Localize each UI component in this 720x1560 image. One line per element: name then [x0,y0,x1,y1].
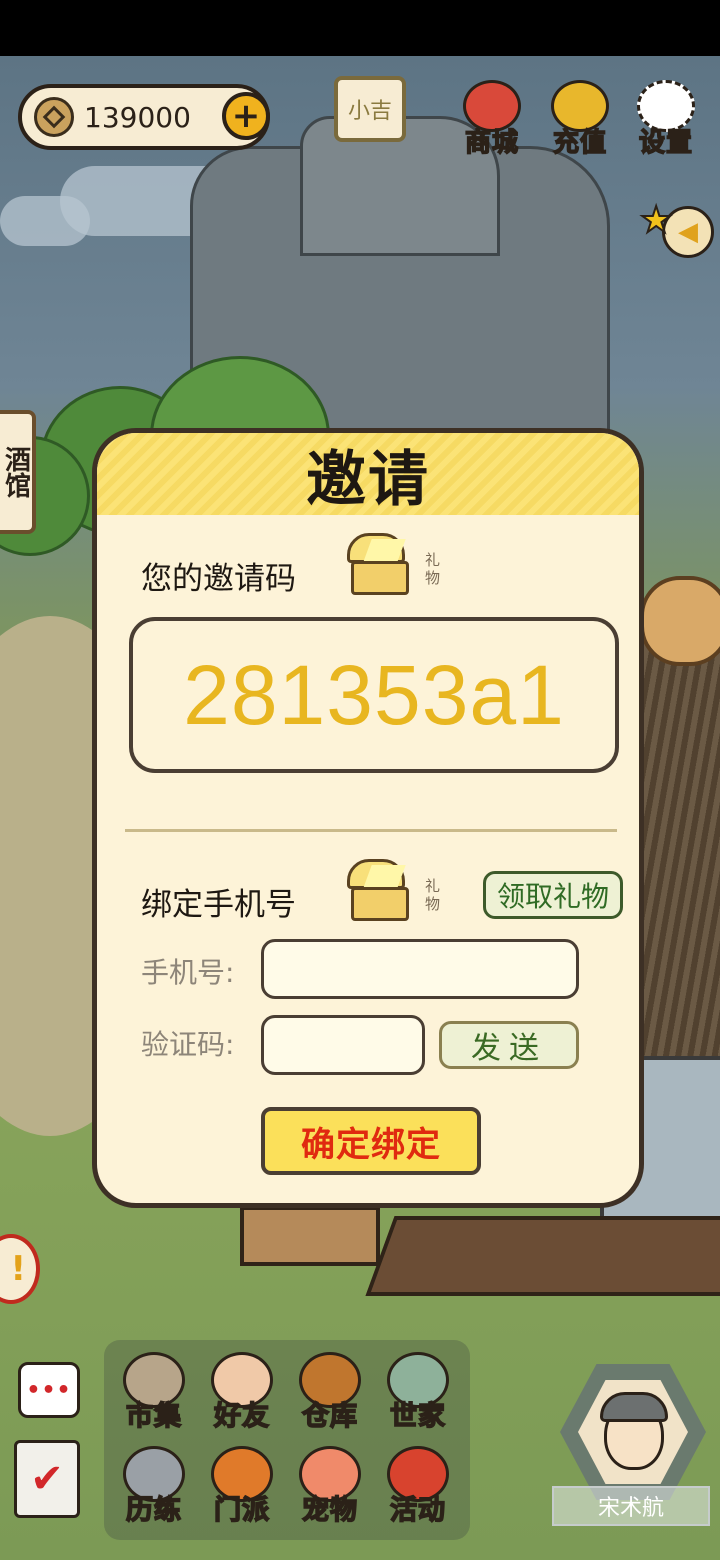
dock-item-market[interactable]: 市集 [112,1352,196,1442]
dock-label: 世家 [389,1400,446,1433]
tavern-button[interactable]: 酒馆 [0,410,36,534]
dock-item-clan[interactable]: 世家 [376,1352,460,1442]
tasks-button[interactable]: ✔ [14,1440,80,1518]
gift-caption: 礼物 [425,877,441,913]
gift-chest-icon[interactable] [339,531,423,601]
star-icon: ★ [639,199,673,242]
phone-field-label: 手机号: [141,956,235,989]
invite-code-label: 您的邀请码 [141,561,296,597]
gift-chest-icon[interactable] [339,857,423,927]
dialog-header: 邀请 [97,433,639,515]
dialog-title: 邀请 [306,444,430,515]
bind-phone-label: 绑定手机号 [141,887,296,923]
add-coins-button[interactable]: + [222,92,270,140]
chat-icon: ••• [26,1377,72,1403]
dock-label: 好友 [213,1400,270,1433]
avatar-hair [600,1392,668,1422]
recharge-button[interactable]: 充值 [540,80,620,166]
checkmark-icon: ✔ [30,1456,64,1502]
shop-label: 商城 [464,127,519,159]
gift-caption: 礼物 [425,551,441,587]
dock-label: 门派 [213,1494,270,1527]
player-name[interactable]: 宋术航 [552,1486,710,1526]
dock-item-pets[interactable]: 宠物 [288,1446,372,1536]
dock-item-friends[interactable]: 好友 [200,1352,284,1442]
dock-item-warehouse[interactable]: 仓库 [288,1352,372,1442]
verify-code-label: 验证码: [141,1028,235,1061]
dock-item-training[interactable]: 历练 [112,1446,196,1536]
settings-label: 设置 [638,127,693,159]
dock-label: 仓库 [301,1400,358,1433]
name-tag-button[interactable]: 小吉 [334,76,406,142]
invite-code-value: 281353a1 [183,647,565,742]
dock-label: 历练 [125,1494,182,1527]
dock-item-sect[interactable]: 门派 [200,1446,284,1536]
recharge-label: 充值 [552,127,607,159]
coin-icon [34,97,74,137]
dock-item-events[interactable]: 活动 [376,1446,460,1536]
invite-dialog: 邀请 您的邀请码 礼物 281353a1 绑定手机号 礼物 领取礼物 手机号: … [92,428,644,1208]
dock-label: 活动 [389,1494,446,1527]
chat-button[interactable]: ••• [18,1362,80,1418]
phone-input[interactable] [261,939,579,999]
dock-label: 市集 [125,1400,182,1433]
invite-code-box: 281353a1 [129,617,619,773]
favorites-toggle-button[interactable]: ◀ ★ [639,199,720,260]
verify-code-input[interactable] [261,1015,425,1075]
settings-button[interactable]: 设置 [626,80,706,166]
coin-amount: 139000 [84,100,191,134]
dock-label: 宠物 [301,1494,358,1527]
status-bar [0,0,720,56]
send-code-button[interactable]: 发送 [439,1021,579,1069]
confirm-bind-button[interactable]: 确定绑定 [261,1107,481,1175]
claim-gift-button[interactable]: 领取礼物 [483,871,623,919]
section-divider [125,829,617,832]
shop-button[interactable]: 商城 [452,80,532,166]
